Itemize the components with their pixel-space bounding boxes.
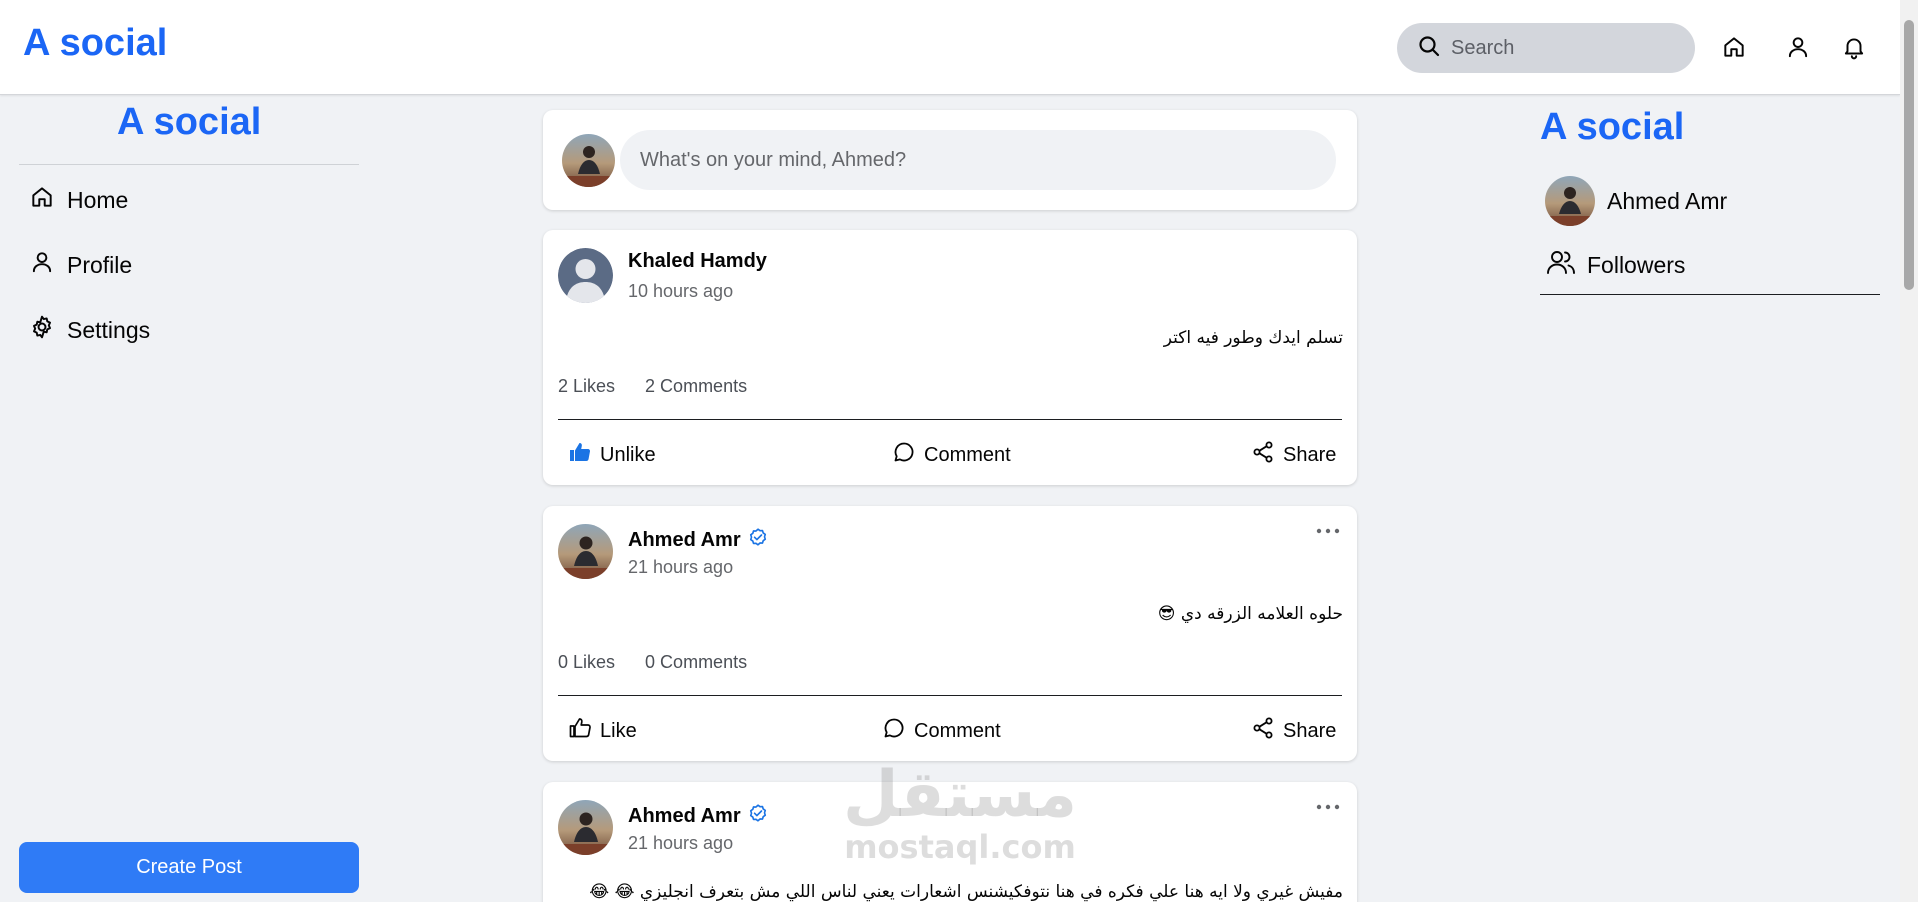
post-author[interactable]: Ahmed Amr: [628, 802, 769, 830]
right-divider: [1540, 294, 1880, 295]
current-user-name: Ahmed Amr: [1607, 187, 1728, 214]
bell-icon[interactable]: [1840, 33, 1868, 61]
sidebar-item-home[interactable]: Home: [29, 184, 128, 216]
home-icon: [29, 184, 55, 216]
comment-label: Comment: [924, 443, 1011, 466]
likes-count[interactable]: 2 Likes: [558, 376, 615, 397]
avatar[interactable]: [558, 524, 613, 579]
share-icon: [1251, 716, 1275, 746]
like-label: Like: [600, 719, 637, 742]
search-bar[interactable]: [1397, 23, 1695, 73]
create-post-button[interactable]: Create Post: [19, 842, 359, 893]
verified-badge-icon: [747, 802, 769, 830]
user-icon[interactable]: [1784, 33, 1812, 61]
sidebar-item-label: Profile: [67, 251, 133, 278]
comment-icon: [882, 716, 906, 746]
share-button[interactable]: Share: [1251, 716, 1336, 746]
verified-badge-icon: [747, 526, 769, 554]
post-timestamp: 10 hours ago: [628, 281, 734, 301]
sidebar-item-profile[interactable]: Profile: [29, 249, 132, 281]
current-user-link[interactable]: Ahmed Amr: [1545, 176, 1727, 226]
avatar[interactable]: [558, 248, 613, 303]
search-input[interactable]: [1451, 36, 1691, 60]
post-author-name: Khaled Hamdy: [628, 250, 767, 272]
avatar: [1545, 176, 1595, 226]
post-author[interactable]: Khaled Hamdy: [628, 250, 767, 273]
scrollbar-thumb[interactable]: [1904, 20, 1914, 290]
post-timestamp: 21 hours ago: [628, 833, 734, 853]
users-icon: [1545, 246, 1577, 284]
avatar[interactable]: [558, 800, 613, 855]
followers-link[interactable]: Followers: [1545, 246, 1685, 284]
comment-button[interactable]: Comment: [892, 440, 1011, 470]
home-icon[interactable]: [1720, 33, 1748, 61]
share-icon: [1251, 440, 1275, 470]
brand-logo[interactable]: A social: [23, 22, 167, 65]
post-stats: 2 Likes 2 Comments: [558, 376, 747, 397]
post-text: حلوه العلامه الزرقه دي 😎: [1157, 604, 1343, 624]
thumbs-up-icon: [568, 716, 592, 746]
comments-count[interactable]: 0 Comments: [645, 652, 747, 673]
like-button[interactable]: Unlike: [568, 440, 656, 470]
followers-label: Followers: [1587, 251, 1686, 278]
comment-icon: [892, 440, 916, 470]
post-stats: 0 Likes 0 Comments: [558, 652, 747, 673]
post-timestamp: 21 hours ago: [628, 557, 734, 577]
post-card: Ahmed Amr 21 hours ago حلوه العلامه الزر…: [543, 506, 1357, 761]
comment-label: Comment: [914, 719, 1001, 742]
like-label: Unlike: [600, 443, 656, 466]
gear-icon: [29, 314, 55, 346]
sidebar-item-label: Settings: [67, 316, 151, 343]
share-label: Share: [1283, 719, 1337, 742]
left-sidebar: A social Home Profile Settings Create Po…: [19, 96, 359, 902]
more-options-icon[interactable]: [1315, 800, 1341, 814]
page-scrollbar[interactable]: [1900, 0, 1918, 902]
top-navbar: A social: [0, 0, 1900, 95]
post-composer: [543, 110, 1357, 210]
thumbs-up-icon: [568, 440, 592, 470]
like-button[interactable]: Like: [568, 716, 637, 746]
post-composer-input[interactable]: [620, 130, 1336, 190]
post-card: Ahmed Amr 21 hours ago مفيش غيري ولا ايه…: [543, 782, 1357, 902]
post-divider: [558, 419, 1342, 420]
user-icon: [29, 249, 55, 281]
comment-button[interactable]: Comment: [882, 716, 1001, 746]
sidebar-item-settings[interactable]: Settings: [29, 314, 150, 346]
likes-count[interactable]: 0 Likes: [558, 652, 615, 673]
post-text: مفيش غيري ولا ايه هنا علي فكره في هنا نت…: [589, 882, 1343, 902]
search-icon: [1417, 34, 1441, 63]
right-brand: A social: [1540, 106, 1685, 148]
post-author-name: Ahmed Amr: [628, 804, 741, 827]
sidebar-item-label: Home: [67, 186, 129, 213]
avatar[interactable]: [562, 134, 615, 187]
comments-count[interactable]: 2 Comments: [645, 376, 747, 397]
share-button[interactable]: Share: [1251, 440, 1336, 470]
sidebar-brand: A social: [117, 101, 262, 143]
post-text: تسلم ايدك وطور فيه اكتر: [1163, 328, 1343, 348]
post-card: Khaled Hamdy 10 hours ago تسلم ايدك وطور…: [543, 230, 1357, 485]
more-options-icon[interactable]: [1315, 524, 1341, 538]
post-author[interactable]: Ahmed Amr: [628, 526, 769, 554]
post-divider: [558, 695, 1342, 696]
post-author-name: Ahmed Amr: [628, 528, 741, 551]
share-label: Share: [1283, 443, 1337, 466]
sidebar-divider: [19, 164, 359, 165]
